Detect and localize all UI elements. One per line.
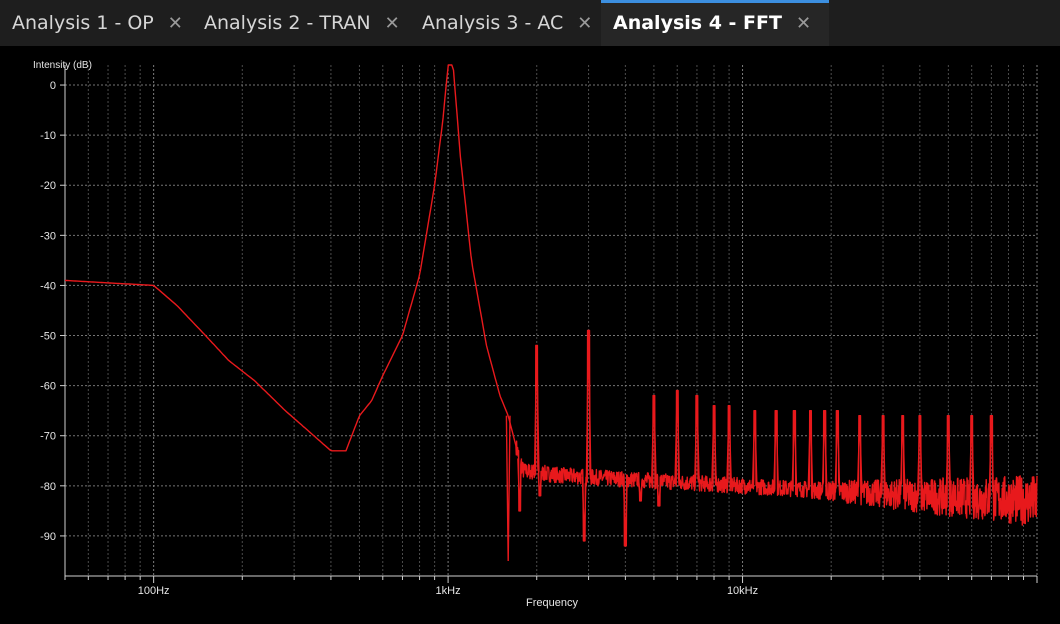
y-tick-label: -30 (40, 230, 56, 242)
x-tick-label: 10kHz (727, 585, 758, 597)
close-icon[interactable]: ✕ (385, 13, 400, 34)
tab-bar: Analysis 1 - OP ✕ Analysis 2 - TRAN ✕ An… (0, 0, 1060, 46)
spectral-dip (505, 415, 511, 561)
y-axis-label: Intensity (dB) (33, 60, 92, 71)
fft-trace-line (64, 64, 1038, 547)
fft-plot-area[interactable]: 0 -10 -20 -30 -40 -50 -60 -70 -80 -90 100Hz 1kHz 10… (0, 48, 1060, 619)
tab-label: Analysis 3 - AC (422, 12, 564, 34)
x-axis-label: Frequency (526, 597, 578, 609)
close-icon[interactable]: ✕ (168, 13, 183, 34)
tab-label: Analysis 4 - FFT (613, 12, 782, 34)
tab-analysis-3-ac[interactable]: Analysis 3 - AC ✕ (422, 0, 592, 46)
x-tick-label: 100Hz (138, 585, 170, 597)
y-tick-labels: 0 -10 -20 -30 -40 -50 -60 -70 -80 -90 (40, 80, 56, 543)
tab-analysis-4-fft[interactable]: Analysis 4 - FFT ✕ (601, 0, 830, 46)
y-tick-label: -20 (40, 180, 56, 192)
x-tick-labels: 100Hz 1kHz 10kHz (138, 585, 758, 597)
y-tick-label: 0 (50, 80, 56, 92)
close-icon[interactable]: ✕ (577, 13, 592, 34)
y-tick-label: -40 (40, 280, 56, 292)
tab-label: Analysis 2 - TRAN (204, 12, 371, 34)
y-tick-label: -70 (40, 431, 56, 443)
y-tick-label: -50 (40, 331, 56, 343)
y-tick-label: -60 (40, 381, 56, 393)
tab-label: Analysis 1 - OP (12, 12, 154, 34)
y-tick-label: -80 (40, 481, 56, 493)
fft-chart[interactable]: 0-10-20-30-40-50-60-70-80-90 100Hz 1kHz 10… (0, 48, 1060, 619)
y-tick-label: -90 (40, 531, 56, 543)
active-tab-indicator (601, 0, 830, 3)
tab-analysis-2-tran[interactable]: Analysis 2 - TRAN ✕ (204, 0, 400, 46)
close-icon[interactable]: ✕ (796, 13, 811, 34)
y-tick-label: -10 (40, 130, 56, 142)
fft-trace (64, 64, 1038, 561)
tab-analysis-1-op[interactable]: Analysis 1 - OP ✕ (12, 0, 183, 46)
x-tick-label: 1kHz (436, 585, 461, 597)
